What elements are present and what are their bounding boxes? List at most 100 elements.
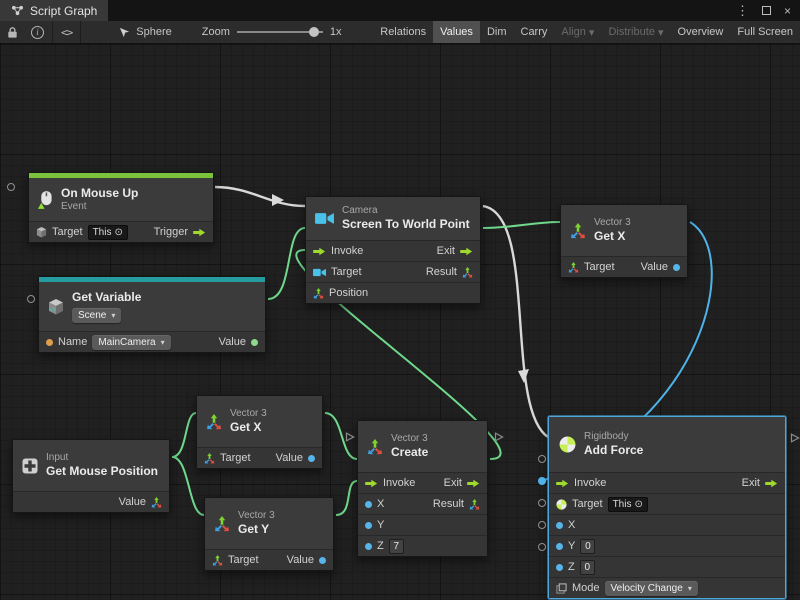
- node-on-mouse-up[interactable]: On Mouse Up Event Target This⊙ Trigger: [28, 172, 214, 243]
- vector3-icon[interactable]: [212, 555, 223, 566]
- port-dot[interactable]: [556, 543, 563, 550]
- input-icon: [22, 458, 38, 474]
- close-icon[interactable]: ×: [784, 4, 791, 18]
- node-header: Vector 3 Get Y: [205, 498, 333, 549]
- port-dot[interactable]: [319, 557, 326, 564]
- enum-icon[interactable]: [556, 583, 567, 594]
- port-pin[interactable]: [538, 543, 546, 551]
- flow-unconnected-icon[interactable]: [494, 432, 504, 442]
- port-pin[interactable]: [538, 521, 546, 529]
- kebab-menu-icon[interactable]: ⋮: [736, 3, 749, 19]
- port-row: X Result: [358, 493, 487, 514]
- port-dot[interactable]: [556, 564, 563, 571]
- rigidbody-icon[interactable]: [556, 499, 567, 510]
- vector3-icon: [206, 414, 222, 430]
- port-pin[interactable]: [538, 455, 546, 463]
- variable-name-dropdown[interactable]: MainCamera▾: [92, 335, 170, 350]
- port-dot[interactable]: [251, 339, 258, 346]
- zoom-slider[interactable]: [237, 31, 323, 33]
- z-value-field[interactable]: 7: [389, 539, 404, 554]
- zoom-slider-knob[interactable]: [309, 27, 319, 37]
- node-get-x-mid[interactable]: Vector 3 Get X Target Value: [196, 395, 323, 469]
- node-get-x-top[interactable]: Vector 3 Get X Target Value: [560, 204, 688, 278]
- port-row: Invoke Exit: [549, 472, 785, 493]
- wire-exit-invoke: [483, 206, 548, 437]
- align-button[interactable]: Align ▾: [554, 21, 601, 43]
- port-dot[interactable]: [673, 264, 680, 271]
- overview-button[interactable]: Overview: [671, 21, 731, 43]
- port-dot[interactable]: [365, 543, 372, 550]
- port-pin[interactable]: [7, 183, 15, 191]
- maximize-icon[interactable]: [762, 6, 771, 15]
- flow-in-icon[interactable]: [313, 247, 326, 256]
- values-button[interactable]: Values: [433, 21, 480, 43]
- flow-unconnected-icon[interactable]: [345, 432, 355, 442]
- carry-button[interactable]: Carry: [514, 21, 555, 43]
- vector3-icon: [570, 223, 586, 239]
- window-controls: ⋮ ×: [736, 0, 800, 21]
- node-screen-to-world-point[interactable]: Camera Screen To World Point Invoke Exit…: [305, 196, 481, 304]
- port-dot[interactable]: [365, 522, 372, 529]
- chevron-down-icon: ▾: [589, 26, 595, 39]
- port-label: Y: [568, 540, 575, 552]
- graph-canvas[interactable]: On Mouse Up Event Target This⊙ Trigger G…: [0, 44, 800, 600]
- flow-out-icon[interactable]: [460, 247, 473, 256]
- port-label: Invoke: [574, 477, 606, 489]
- vector3-icon: [214, 516, 230, 532]
- dim-button[interactable]: Dim: [480, 21, 514, 43]
- tab-script-graph[interactable]: Script Graph: [0, 0, 108, 21]
- toolbar-separator: [52, 21, 53, 43]
- flow-in-icon[interactable]: [365, 479, 378, 488]
- node-title: Get X: [230, 420, 267, 435]
- code-icon[interactable]: <>: [55, 21, 78, 43]
- flow-out-icon[interactable]: [765, 479, 778, 488]
- fullscreen-button[interactable]: Full Screen: [730, 21, 800, 43]
- node-get-y[interactable]: Vector 3 Get Y Target Value: [204, 497, 334, 571]
- node-subtitle: Event: [61, 201, 138, 213]
- vector3-icon[interactable]: [469, 499, 480, 510]
- target-self-chip[interactable]: This⊙: [88, 225, 128, 240]
- z-value-field[interactable]: 0: [580, 560, 595, 575]
- port-dot[interactable]: [556, 522, 563, 529]
- node-get-variable[interactable]: Get Variable Scene▾ Name MainCamera▾ Val…: [38, 276, 266, 353]
- port-label: Target: [52, 226, 83, 238]
- port-pin[interactable]: [27, 295, 35, 303]
- chevron-down-icon: ▾: [111, 311, 115, 320]
- vector3-icon[interactable]: [204, 453, 215, 464]
- port-dot[interactable]: [365, 501, 372, 508]
- node-get-mouse-position[interactable]: Input Get Mouse Position Value: [12, 439, 170, 513]
- port-dot[interactable]: [308, 455, 315, 462]
- port-row: Mode Velocity Change▾: [549, 577, 785, 598]
- target-self-chip[interactable]: This⊙: [608, 497, 648, 512]
- graph-owner[interactable]: Sphere: [111, 26, 179, 38]
- title-bar: Script Graph ⋮ ×: [0, 0, 800, 21]
- flow-out-icon[interactable]: [467, 479, 480, 488]
- relations-button[interactable]: Relations: [373, 21, 433, 43]
- flow-out-icon[interactable]: [193, 228, 206, 237]
- flow-in-icon[interactable]: [556, 479, 569, 488]
- vector3-icon[interactable]: [568, 262, 579, 273]
- camera-icon[interactable]: [313, 268, 326, 277]
- vector3-icon[interactable]: [313, 288, 324, 299]
- y-value-field[interactable]: 0: [580, 539, 595, 554]
- info-icon[interactable]: i: [25, 21, 50, 43]
- port-pin-connected[interactable]: [538, 477, 546, 485]
- flow-unconnected-icon[interactable]: [790, 433, 800, 443]
- lock-icon[interactable]: [0, 21, 25, 43]
- mode-dropdown[interactable]: Velocity Change▾: [605, 581, 698, 596]
- node-create-vector3[interactable]: Vector 3 Create Invoke Exit X Result Y Z…: [357, 420, 488, 557]
- node-add-force[interactable]: Rigidbody Add Force Invoke Exit Target T…: [548, 416, 786, 599]
- node-header: Vector 3 Get X: [197, 396, 322, 447]
- wire-variable-target: [268, 228, 305, 299]
- port-row: Name MainCamera▾ Value: [39, 331, 265, 352]
- node-header: Camera Screen To World Point: [306, 197, 480, 240]
- vector3-icon[interactable]: [151, 497, 162, 508]
- wire-arrowhead: [518, 369, 529, 383]
- port-pin[interactable]: [538, 499, 546, 507]
- distribute-button[interactable]: Distribute ▾: [601, 21, 670, 43]
- vector3-icon[interactable]: [462, 267, 473, 278]
- port-row: X: [549, 514, 785, 535]
- port-dot[interactable]: [46, 339, 53, 346]
- variable-scope-dropdown[interactable]: Scene▾: [72, 308, 121, 323]
- node-header: Rigidbody Add Force: [549, 417, 785, 472]
